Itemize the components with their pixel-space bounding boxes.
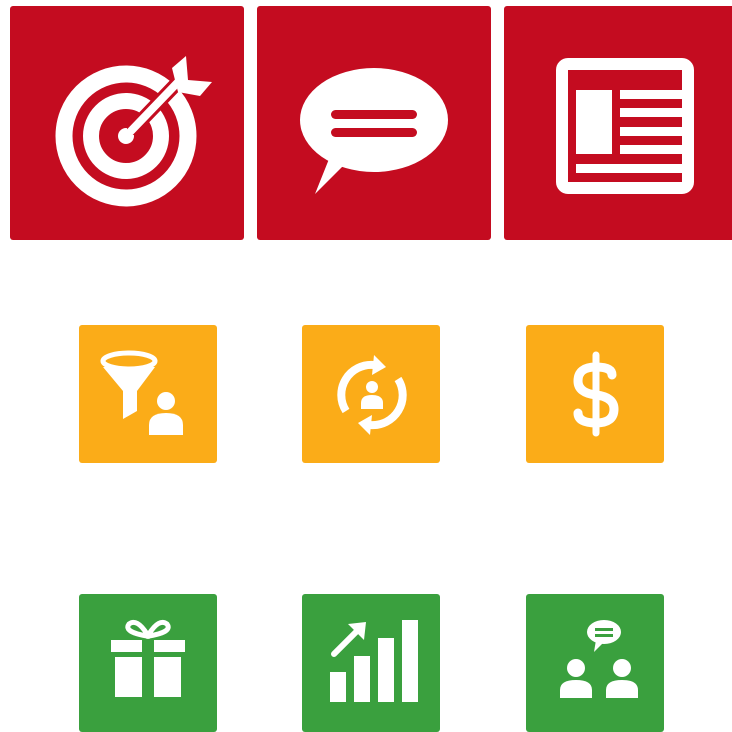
- tile-article-layout[interactable]: [504, 6, 732, 240]
- dollar-sign-icon: [573, 351, 619, 437]
- tile-gift-box[interactable]: [79, 594, 217, 732]
- tile-person-cycle[interactable]: [302, 325, 440, 463]
- tile-people-conversation[interactable]: [526, 594, 664, 732]
- tile-speech-bubble[interactable]: [257, 6, 491, 240]
- funnel-person-icon: [100, 350, 183, 435]
- growth-bar-chart-icon: [330, 620, 418, 702]
- tile-dollar-sign[interactable]: [526, 325, 664, 463]
- gift-box-icon: [111, 619, 185, 697]
- target-icon: [55, 56, 212, 207]
- tile-funnel-person[interactable]: [79, 325, 217, 463]
- speech-bubble-icon: [300, 68, 448, 194]
- people-conversation-icon: [560, 620, 638, 698]
- tile-growth-bar-chart[interactable]: [302, 594, 440, 732]
- person-cycle-icon: [337, 355, 407, 435]
- article-layout-icon: [556, 58, 694, 194]
- tile-target[interactable]: [10, 6, 244, 240]
